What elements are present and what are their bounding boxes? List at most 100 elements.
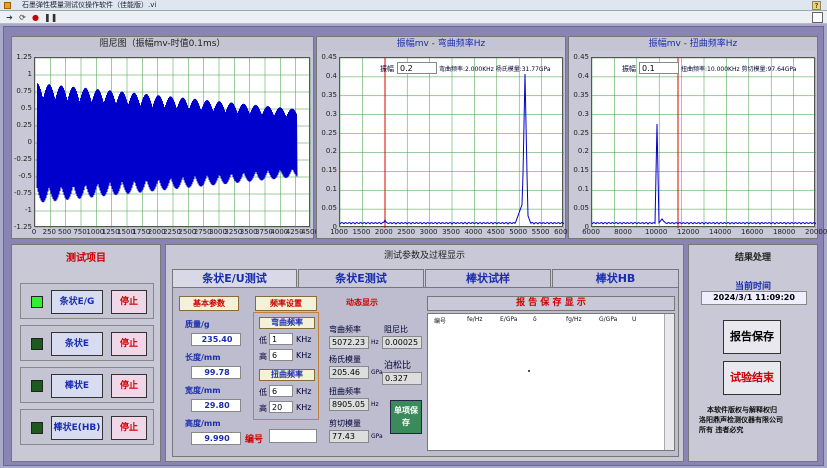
stop-button[interactable]: 停止: [111, 332, 147, 356]
y-tick-label: 0.05: [573, 204, 589, 213]
torsion-plot-panel: 振幅mv - 扭曲频率Hz 振幅 0.1 扭曲频率:10.000KHz 剪切模量…: [568, 36, 827, 239]
y-tick-label: 0.4: [325, 71, 337, 80]
y-tick-label: 0.75: [16, 87, 32, 95]
copyright-line1: 本软件版权与解释权归: [707, 406, 777, 414]
bend-high-unit: KHz: [296, 351, 312, 360]
help-icon[interactable]: ?: [812, 1, 821, 10]
tab-rod-sample[interactable]: 棒状试样: [425, 269, 551, 288]
test-item-button[interactable]: 条状E: [51, 332, 103, 356]
abort-icon[interactable]: ●: [31, 13, 40, 22]
report-header: 报 告 保 存 显 示: [427, 296, 675, 311]
tor-low-input[interactable]: 6: [269, 385, 293, 397]
tab-content: 基本参数 质量/g 235.40 长度/mm 99.78 宽度/mm 29.80…: [172, 287, 679, 457]
width-input[interactable]: 29.80: [191, 399, 241, 412]
bend-low-unit: KHz: [296, 335, 312, 344]
app-icon: [4, 2, 11, 9]
status-led: [31, 422, 43, 434]
damping-plot-title: 阻尼图（振幅mv-时值0.1ms）: [12, 37, 313, 51]
young-value: 205.46: [329, 366, 369, 379]
x-tick-label: 2000: [374, 228, 393, 236]
run-continuous-icon[interactable]: ⟳: [18, 13, 27, 22]
pause-icon[interactable]: ❚❚: [44, 13, 57, 22]
report-scrollbar[interactable]: [664, 314, 674, 450]
y-tick-label: 0.2: [325, 147, 337, 156]
y-tick-label: 0: [27, 138, 32, 146]
y-tick-label: 0.1: [325, 185, 337, 194]
y-tick-label: 0.5: [20, 104, 32, 112]
tor-low-unit: KHz: [296, 387, 312, 396]
tab-rod-hb[interactable]: 棒状HB: [552, 269, 679, 288]
y-tick-label: 0.15: [573, 166, 589, 175]
x-tick-label: 1500: [352, 228, 371, 236]
copyright-line2: 洛阳鼎声检测仪器有限公司: [699, 416, 783, 424]
torsion-plot-title: 振幅mv - 扭曲频率Hz: [569, 37, 817, 51]
damping-signal: [34, 57, 312, 229]
x-tick-label: 10000: [645, 228, 668, 236]
single-save-button[interactable]: 单项保存: [390, 400, 422, 434]
save-report-button[interactable]: 报告保存: [723, 320, 781, 354]
length-label: 长度/mm: [185, 353, 221, 362]
copyright-line3: 所有 违者必究: [699, 426, 744, 434]
torsion-spectrum: [591, 57, 817, 229]
toolbar: ➔ ⟳ ● ❚❚: [0, 11, 827, 24]
length-input[interactable]: 99.78: [191, 366, 241, 379]
x-tick-label: 16000: [741, 228, 764, 236]
x-tick-label: 8000: [614, 228, 632, 236]
bend-low-input[interactable]: 1: [269, 333, 293, 345]
tor-high-input[interactable]: 20: [269, 401, 293, 413]
y-tick-label: 1.25: [16, 53, 32, 61]
tab-strip-eu[interactable]: 条状E/U测试: [172, 269, 297, 288]
damping-value: 0.00025: [382, 336, 422, 349]
stop-button[interactable]: 停止: [111, 374, 147, 398]
serial-input[interactable]: [269, 429, 317, 443]
x-tick-label: 3000: [419, 228, 438, 236]
basic-params-header: 基本参数: [179, 296, 239, 311]
damping-plot-area[interactable]: [34, 57, 312, 229]
height-label: 高度/mm: [185, 419, 221, 428]
report-table[interactable]: 编号 fe/Hz E/GPa δ fg/Hz G/GPa U: [427, 313, 675, 451]
test-item-row: 条状E 停止: [20, 325, 154, 361]
y-tick-label: -0.5: [18, 172, 32, 180]
tor-freq-header: 扭曲频率: [259, 369, 315, 381]
poisson-label: 泊松比: [384, 361, 412, 371]
test-item-row: 棒状E(HB) 停止: [20, 409, 154, 445]
x-tick-label: 14000: [709, 228, 732, 236]
height-input[interactable]: 9.990: [191, 432, 241, 445]
bend-low-label: 低: [259, 336, 267, 345]
x-tick-label: 3500: [442, 228, 460, 236]
stop-button[interactable]: 停止: [111, 416, 147, 440]
damping-label: 阻尼比: [384, 325, 408, 334]
y-tick-label: 0.25: [573, 128, 589, 137]
y-tick-label: 0.25: [16, 121, 32, 129]
bending-spectrum: [339, 57, 565, 229]
test-items-title: 测试项目: [66, 253, 106, 264]
test-item-button[interactable]: 条状E/G: [51, 290, 103, 314]
tor-freq-label: 扭曲频率: [329, 387, 361, 396]
stop-button[interactable]: 停止: [111, 290, 147, 314]
torsion-plot-area[interactable]: 振幅 0.1 扭曲频率:10.000KHz 剪切模量:97.64GPa: [591, 57, 817, 229]
bending-plot-area[interactable]: 振幅 0.2 弯曲频率:2.000KHz 杨氏模量:31.77GPa: [339, 57, 565, 229]
run-arrow-icon[interactable]: ➔: [5, 13, 14, 22]
bending-x-axis: 1000 1500 2000 2500 3000 3500 4000 4500 5000 5500…: [330, 228, 572, 238]
mass-label: 质量/g: [185, 320, 210, 329]
test-item-button[interactable]: 棒状E(HB): [51, 416, 103, 440]
y-tick-label: -0.75: [13, 189, 32, 197]
freq-settings-header: 频率设置: [255, 296, 317, 311]
tab-strip-e[interactable]: 条状E测试: [298, 269, 424, 288]
end-test-button[interactable]: 试验结束: [723, 361, 781, 395]
bending-plot-title: 振幅mv - 弯曲频率Hz: [317, 37, 565, 51]
tor-freq-unit: Hz: [371, 401, 379, 408]
bend-high-input[interactable]: 6: [269, 349, 293, 361]
damping-y-axis: 1.25 1 0.75 0.5 0.25 0 -0.25 -0.5 -0.75 -1 -1.25: [12, 53, 34, 231]
report-column-header: G/GPa: [599, 316, 618, 323]
y-tick-label: 0.05: [321, 204, 337, 213]
status-led: [31, 338, 43, 350]
current-time-value: 2024/3/1 11:09:20: [701, 291, 807, 305]
y-tick-label: -0.25: [13, 155, 32, 163]
torsion-amp-input[interactable]: 0.1: [639, 62, 679, 74]
bending-amp-input[interactable]: 0.2: [397, 62, 437, 74]
params-panel: 测试参数及过程显示 条状E/U测试 条状E测试 棒状试样 棒状HB 基本参数 质…: [165, 244, 684, 462]
test-item-button[interactable]: 棒状E: [51, 374, 103, 398]
mass-input[interactable]: 235.40: [191, 333, 241, 346]
poisson-value: 0.327: [382, 372, 422, 385]
